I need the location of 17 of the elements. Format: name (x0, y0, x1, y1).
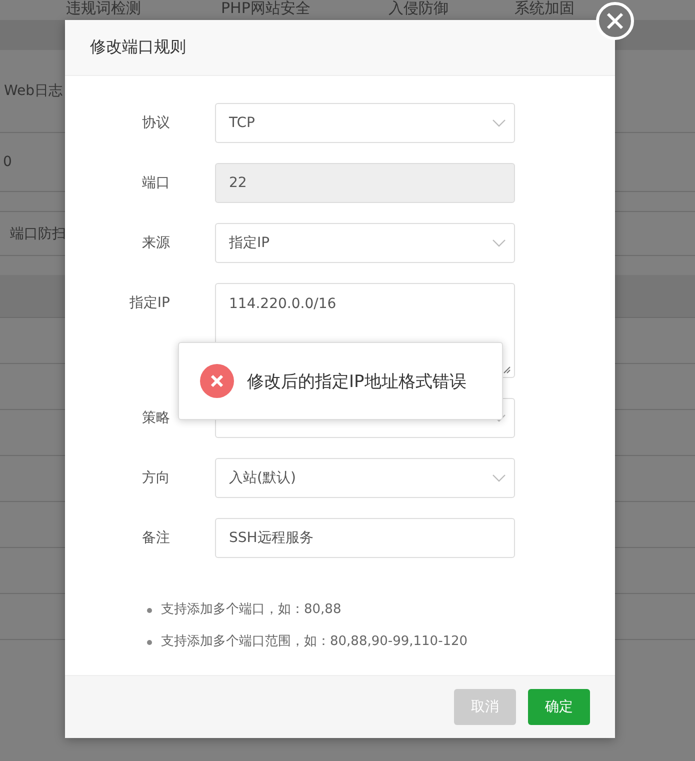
field-value: 22 (229, 175, 247, 191)
field-value: TCP (229, 115, 255, 131)
field-value: 114.220.0.0/16 (229, 296, 336, 312)
dialog-title: 修改端口规则 (90, 37, 186, 58)
field-label: 协议 (141, 114, 171, 133)
field-label: 端口 (141, 174, 171, 193)
field-label: 来源 (141, 234, 171, 253)
stat-value: 0 (3, 154, 12, 170)
field-value: SSH远程服务 (229, 529, 314, 547)
field-value: 入站(默认) (229, 469, 296, 487)
field-value: 指定IP (229, 234, 270, 252)
hint-text: 支持添加多个端口范围，如：80,88,90-99,110-120 (161, 633, 468, 651)
field-label: 方向 (141, 469, 171, 488)
hint-text: 支持添加多个端口，如：80,88 (161, 601, 342, 619)
field-label: 备注 (141, 529, 171, 548)
field-label: 指定IP (128, 294, 171, 313)
field-label: 策略 (141, 409, 171, 428)
